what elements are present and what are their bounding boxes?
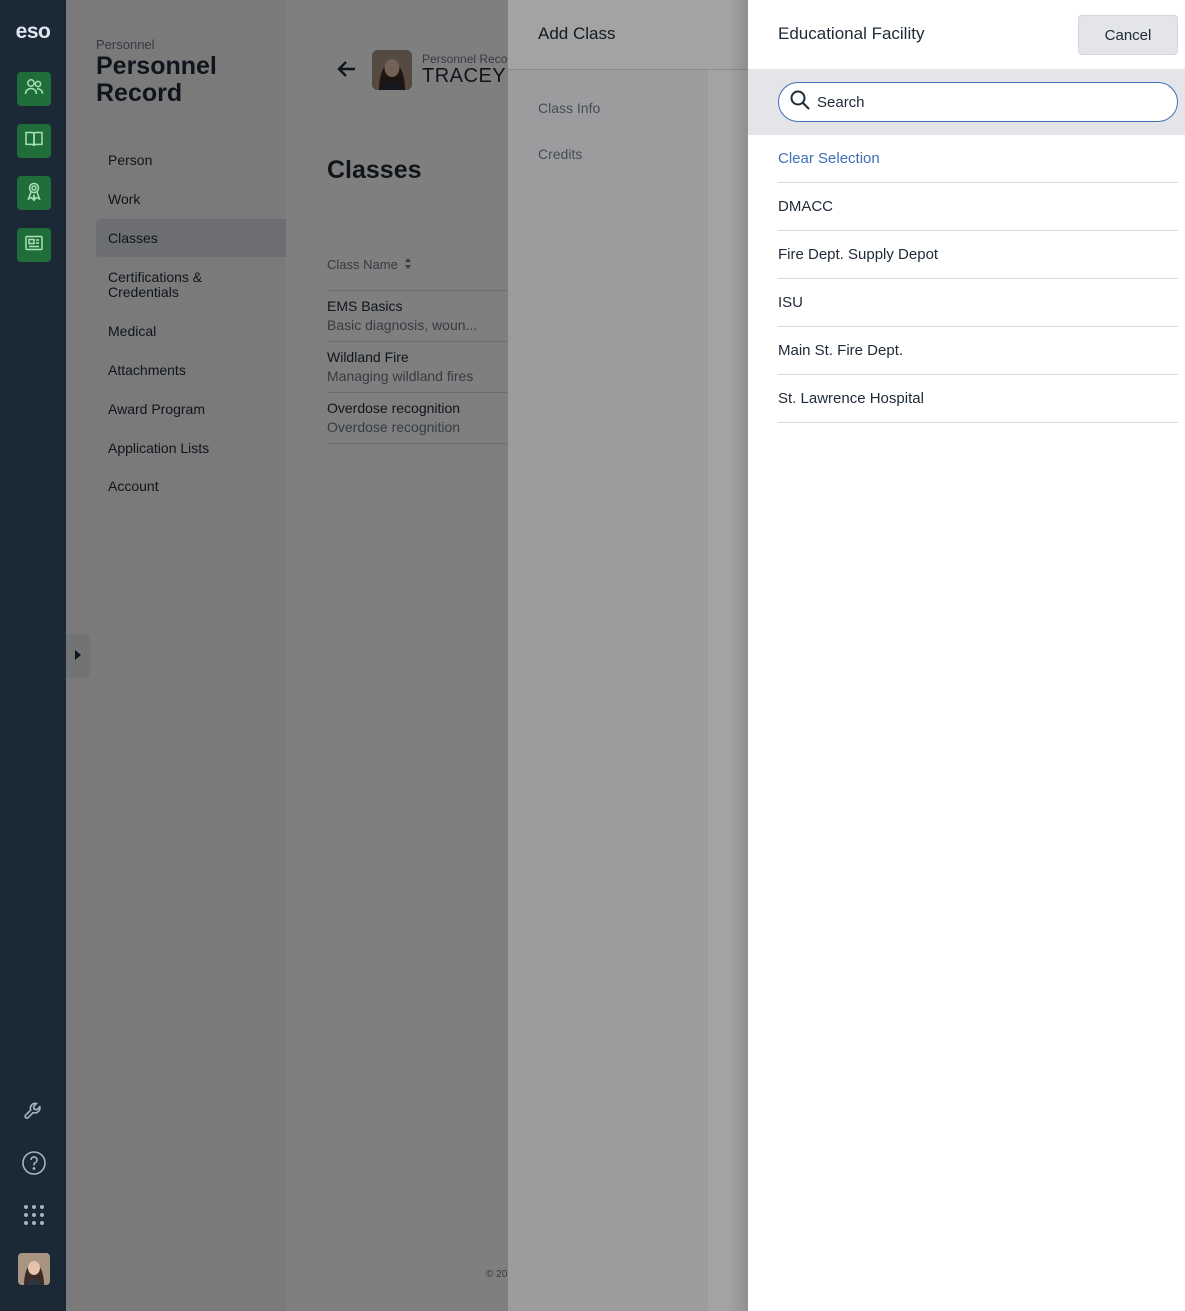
educational-facility-picker: Educational Facility Cancel Clear Select… — [748, 0, 1185, 1311]
book-icon — [23, 128, 45, 155]
training-nav-button[interactable] — [17, 124, 51, 158]
help-button[interactable] — [17, 1148, 51, 1182]
facility-option[interactable]: St. Lawrence Hospital — [778, 375, 1178, 422]
clear-selection-link[interactable]: Clear Selection — [778, 150, 880, 167]
apps-grid-icon — [22, 1203, 46, 1232]
people-icon — [23, 76, 45, 103]
eso-logo: eso — [15, 20, 51, 43]
cancel-button[interactable]: Cancel — [1078, 15, 1178, 55]
newspaper-icon — [23, 232, 45, 259]
panel-backdrop[interactable] — [508, 0, 748, 1311]
awards-nav-button[interactable] — [17, 176, 51, 210]
facility-option[interactable]: DMACC — [778, 183, 1178, 230]
facility-option[interactable]: Fire Dept. Supply Depot — [778, 231, 1178, 278]
news-nav-button[interactable] — [17, 228, 51, 262]
admin-button[interactable] — [17, 1096, 51, 1130]
picker-title: Educational Facility — [778, 24, 925, 43]
user-avatar[interactable] — [18, 1253, 50, 1285]
facility-option[interactable]: ISU — [778, 279, 1178, 326]
search-icon — [789, 89, 811, 116]
personnel-nav-button[interactable] — [17, 72, 51, 106]
facility-option[interactable]: Main St. Fire Dept. — [778, 327, 1178, 374]
wrench-icon — [22, 1099, 46, 1128]
help-icon — [21, 1150, 47, 1181]
app-switcher-button[interactable] — [17, 1200, 51, 1234]
app-rail: eso — [0, 0, 66, 1311]
search-bar-area — [748, 69, 1185, 135]
award-icon — [23, 180, 45, 207]
divider — [778, 422, 1178, 423]
search-input[interactable] — [817, 93, 1157, 111]
search-field[interactable] — [778, 82, 1178, 122]
panel-shadow — [728, 0, 748, 1311]
